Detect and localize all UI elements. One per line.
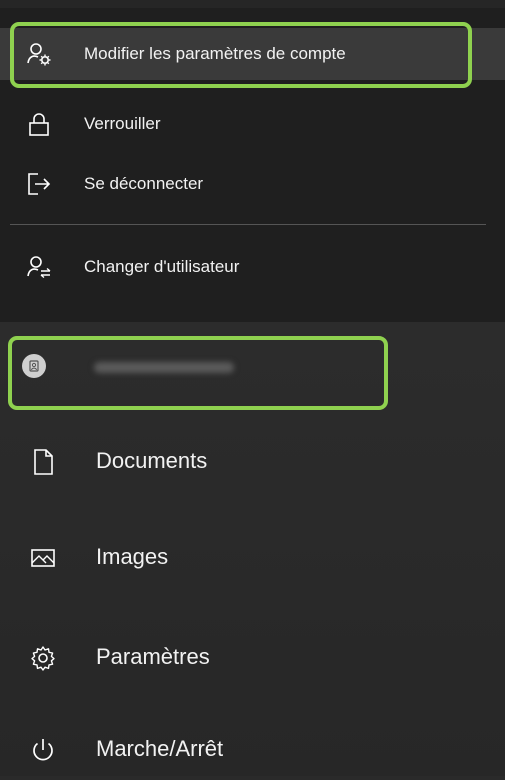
lock-label: Verrouiller — [84, 114, 161, 133]
user-gear-icon — [26, 41, 52, 67]
power-label: Marche/Arrêt — [96, 736, 224, 761]
lock-icon — [26, 111, 52, 137]
user-avatar-icon — [22, 354, 46, 378]
flyout-divider — [10, 224, 486, 225]
settings-label: Paramètres — [96, 644, 210, 669]
documents-label: Documents — [96, 448, 208, 473]
images-label: Images — [96, 544, 169, 569]
sign-out-label: Se déconnecter — [84, 174, 204, 193]
user-account-button[interactable] — [0, 334, 505, 400]
account-flyout: Modifier les paramètres de compte Verrou… — [0, 0, 505, 322]
gear-icon — [28, 643, 58, 673]
image-icon — [28, 543, 58, 573]
switch-user-label: Changer d'utilisateur — [84, 257, 240, 276]
documents-item[interactable]: Documents — [0, 432, 505, 492]
modify-account-settings-label: Modifier les paramètres de compte — [84, 44, 346, 63]
power-item[interactable]: Marche/Arrêt — [0, 720, 505, 780]
user-name-blurred — [94, 362, 234, 373]
images-item[interactable]: Images — [0, 528, 505, 588]
power-icon — [28, 735, 58, 765]
sign-out-item[interactable]: Se déconnecter — [0, 158, 505, 210]
modify-account-settings-item[interactable]: Modifier les paramètres de compte — [0, 28, 505, 80]
switch-user-icon — [26, 254, 52, 280]
switch-user-item[interactable]: Changer d'utilisateur — [0, 241, 505, 293]
document-icon — [28, 447, 58, 477]
settings-item[interactable]: Paramètres — [0, 628, 505, 688]
start-menu-list: Documents Images Paramètres Marche/Arrêt — [0, 322, 505, 776]
lock-item[interactable]: Verrouiller — [0, 98, 505, 150]
flyout-top-strip — [0, 0, 505, 8]
sign-out-icon — [26, 171, 52, 197]
